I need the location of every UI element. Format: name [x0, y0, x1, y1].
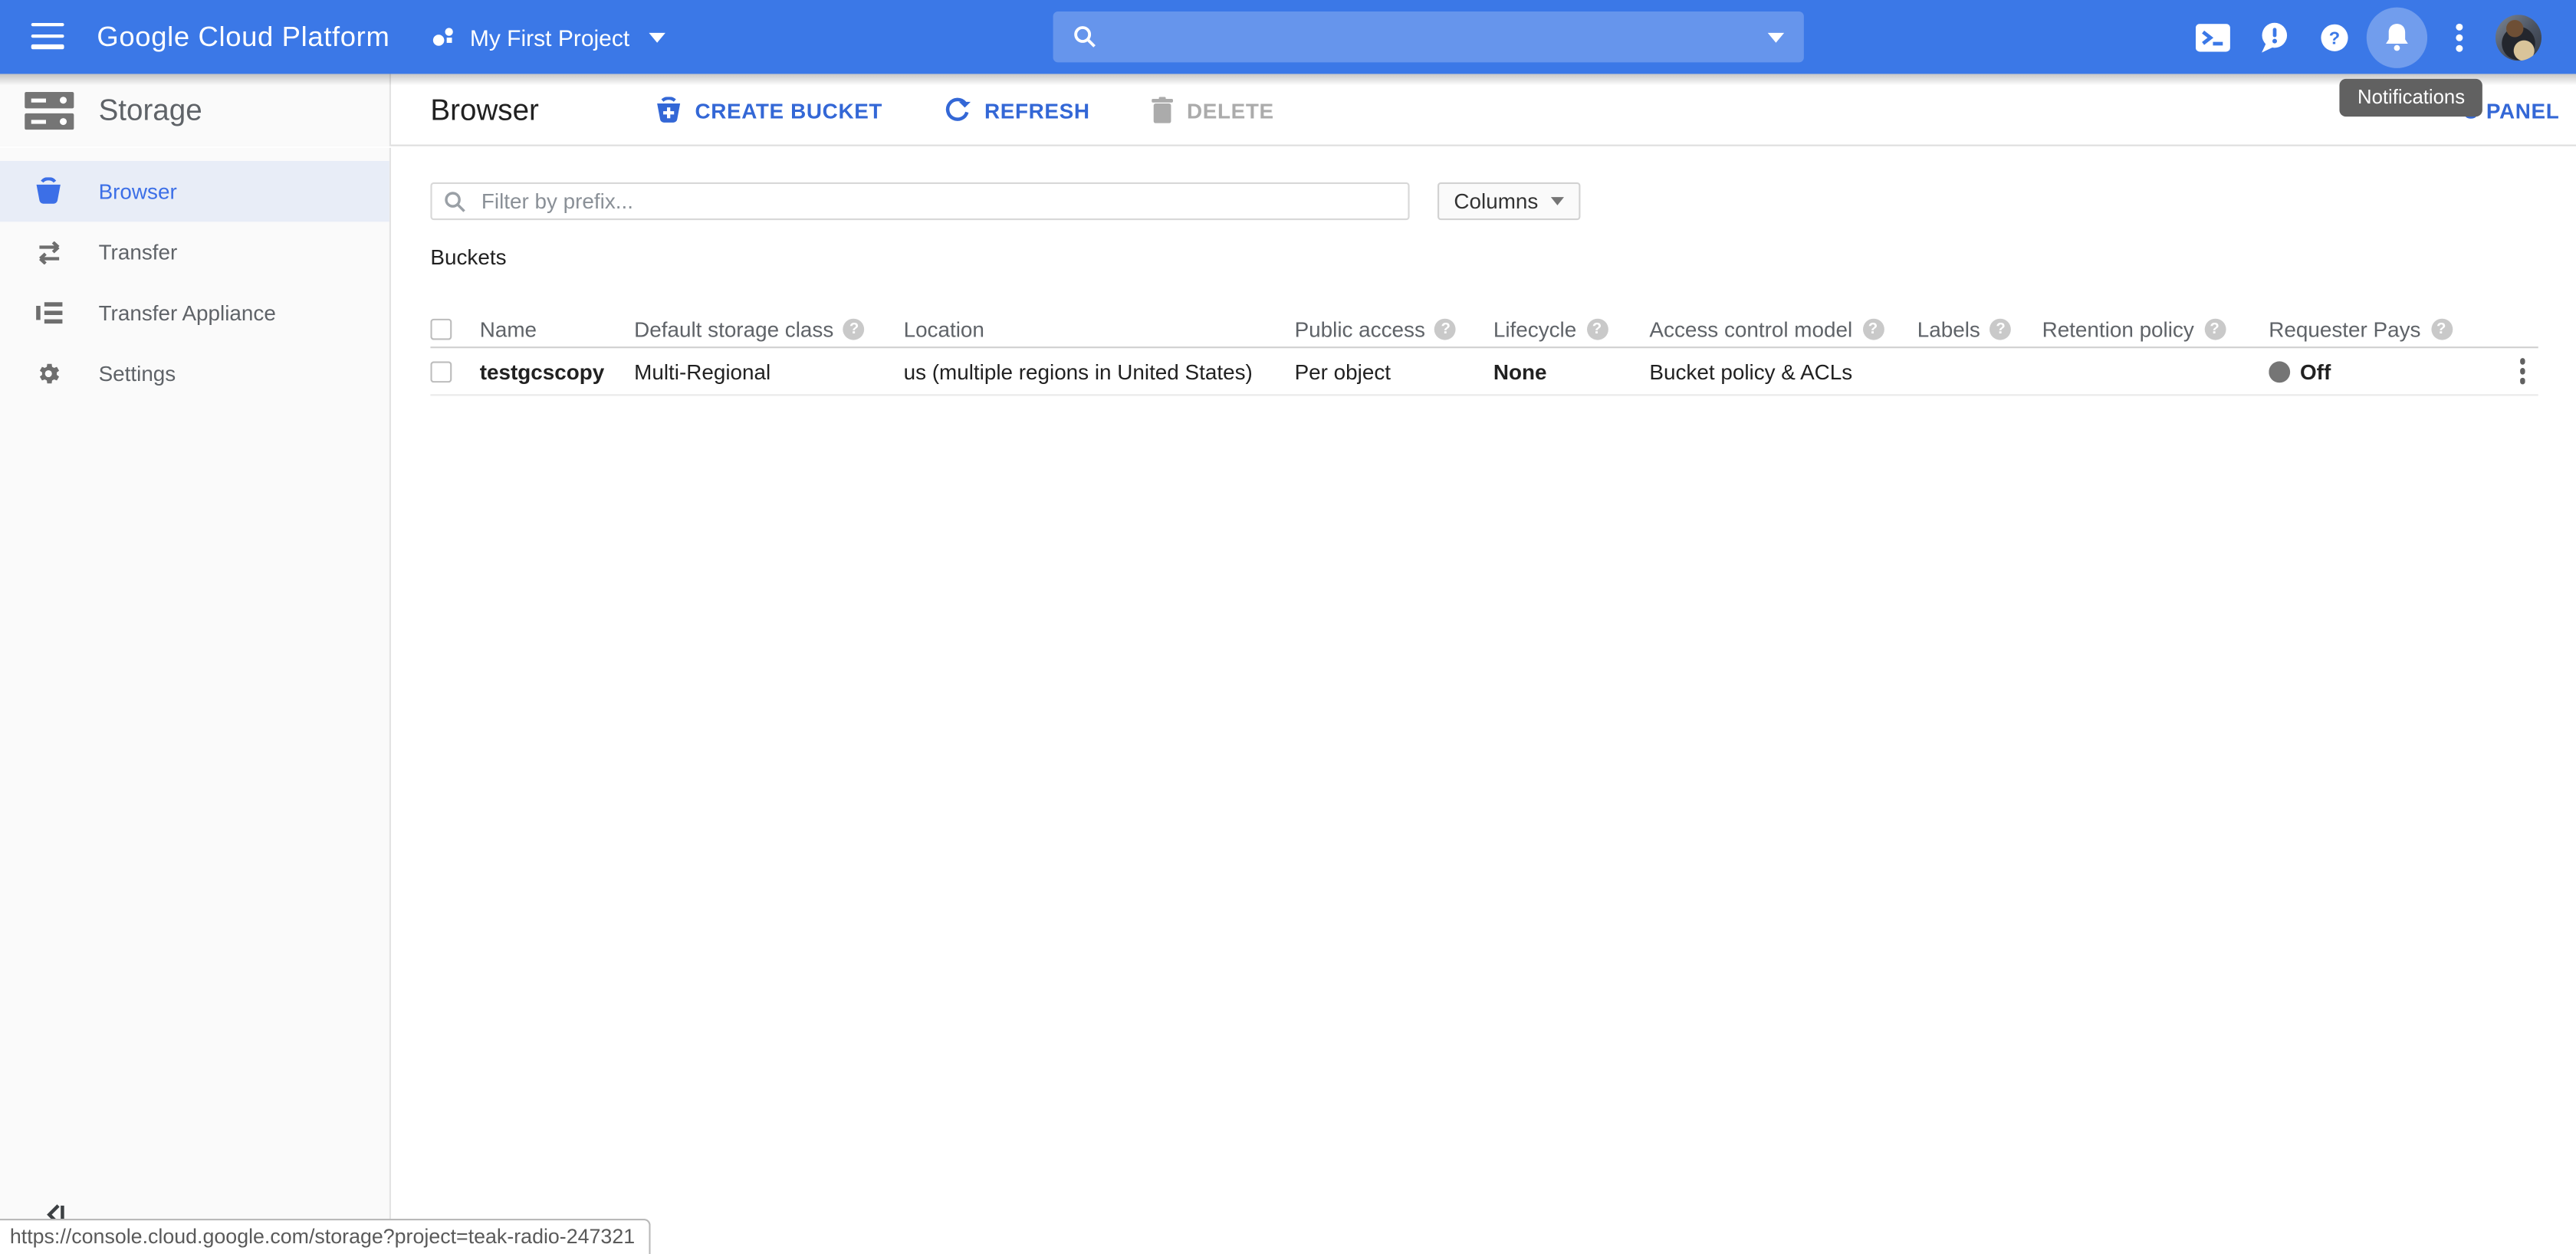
page-toolbar: Browser CREATE BUCKET REFRESH DELETE	[391, 74, 2576, 146]
more-options-icon[interactable]	[2456, 22, 2464, 52]
help-badge-icon[interactable]: ?	[2430, 319, 2452, 340]
project-name: My First Project	[470, 24, 629, 50]
table-row[interactable]: testgcscopy Multi-Regional us (multiple …	[430, 348, 2538, 396]
appliance-list-icon	[34, 300, 64, 325]
bucket-lifecycle: None	[1493, 359, 1650, 383]
sidebar-item-label: Browser	[99, 179, 177, 204]
column-header-retention-policy[interactable]: Retention policy?	[2042, 317, 2269, 342]
transfer-arrows-icon	[34, 241, 64, 264]
off-status-dot-icon	[2269, 360, 2290, 382]
sidebar-item-transfer[interactable]: Transfer	[0, 222, 389, 282]
bucket-access-control-model: Bucket policy & ACLs	[1649, 359, 1917, 383]
user-avatar[interactable]	[2496, 14, 2542, 60]
product-header: Storage	[0, 74, 391, 146]
sidebar-item-label: Transfer	[99, 240, 178, 264]
column-header-access-control-model[interactable]: Access control model?	[1649, 317, 1917, 342]
column-header-requester-pays[interactable]: Requester Pays?	[2269, 317, 2476, 342]
sidebar-item-browser[interactable]: Browser	[0, 161, 389, 222]
help-badge-icon[interactable]: ?	[1586, 319, 1608, 340]
notifications-bell-icon[interactable]	[2382, 21, 2412, 54]
notifications-tooltip: Notifications	[2339, 79, 2482, 117]
buckets-table: Name Default storage class? Location Pub…	[430, 312, 2538, 396]
search-icon	[1073, 25, 1097, 49]
project-selector[interactable]: My First Project	[430, 0, 665, 74]
help-badge-icon[interactable]: ?	[1435, 319, 1457, 340]
sidebar-item-settings[interactable]: Settings	[0, 343, 389, 404]
column-header-default-storage-class[interactable]: Default storage class?	[634, 317, 903, 342]
browser-status-bar: https://console.cloud.google.com/storage…	[0, 1218, 652, 1254]
feedback-icon[interactable]	[2256, 21, 2291, 54]
search-scope-chevron-icon[interactable]	[1768, 32, 1784, 42]
filter-input[interactable]	[478, 187, 1397, 215]
bucket-public-access: Per object	[1295, 359, 1493, 383]
help-badge-icon[interactable]: ?	[2204, 319, 2226, 340]
user-avatar-image	[2496, 14, 2542, 60]
delete-button[interactable]: DELETE	[1152, 97, 1274, 123]
product-title: Storage	[99, 94, 202, 128]
column-header-public-access[interactable]: Public access?	[1295, 317, 1493, 342]
bucket-storage-class: Multi-Regional	[634, 359, 903, 383]
row-kebab-menu-icon[interactable]	[2516, 356, 2528, 387]
svg-text:?: ?	[2329, 28, 2340, 48]
column-header-lifecycle[interactable]: Lifecycle?	[1493, 317, 1650, 342]
main-content: Columns Buckets Name Default storage cla…	[393, 148, 2576, 1254]
bucket-name[interactable]: testgcscopy	[480, 359, 634, 383]
columns-button[interactable]: Columns	[1438, 182, 1581, 220]
storage-product-icon	[25, 92, 74, 130]
chevron-down-icon	[649, 32, 665, 42]
help-icon[interactable]: ?	[2319, 21, 2351, 53]
refresh-button[interactable]: REFRESH	[945, 97, 1090, 123]
cloud-shell-icon[interactable]	[2196, 23, 2230, 51]
column-header-name[interactable]: Name	[480, 317, 634, 342]
help-badge-icon[interactable]: ?	[843, 319, 865, 340]
help-badge-icon[interactable]: ?	[1990, 319, 2012, 340]
sidebar: Browser Transfer Transfer Appliance Sett…	[0, 148, 391, 1254]
filter-search-icon	[444, 190, 467, 213]
page-title: Browser	[430, 93, 538, 127]
bucket-icon	[34, 177, 64, 205]
gcp-console: Google Cloud Platform My First Project ?	[0, 0, 2576, 1254]
sidebar-item-label: Transfer Appliance	[99, 300, 276, 325]
product-bar: Storage Browser CREATE BUCKET REFRESH	[0, 74, 2576, 146]
bucket-requester-pays: Off	[2269, 359, 2476, 383]
column-header-location[interactable]: Location	[904, 317, 1295, 342]
column-header-labels[interactable]: Labels?	[1917, 317, 2042, 342]
table-header-row: Name Default storage class? Location Pub…	[430, 312, 2538, 348]
chevron-down-icon	[1551, 197, 1564, 205]
section-label: Buckets	[430, 245, 2538, 269]
create-bucket-icon	[656, 96, 682, 123]
hamburger-menu-icon[interactable]	[31, 23, 64, 49]
delete-trash-icon	[1152, 97, 1174, 123]
project-icon	[430, 25, 456, 49]
bucket-location: us (multiple regions in United States)	[904, 359, 1295, 383]
global-search-input[interactable]	[1053, 11, 1804, 62]
row-checkbox[interactable]	[430, 360, 452, 382]
filter-box[interactable]	[430, 182, 1409, 220]
sidebar-item-transfer-appliance[interactable]: Transfer Appliance	[0, 283, 389, 343]
select-all-checkbox[interactable]	[430, 319, 452, 340]
refresh-icon	[945, 97, 971, 123]
gear-icon	[34, 359, 64, 387]
brand-logo[interactable]: Google Cloud Platform	[97, 21, 389, 54]
app-bar: Google Cloud Platform My First Project ?	[0, 0, 2576, 74]
help-badge-icon[interactable]: ?	[1862, 319, 1884, 340]
sidebar-item-label: Settings	[99, 361, 176, 386]
create-bucket-button[interactable]: CREATE BUCKET	[656, 96, 882, 123]
